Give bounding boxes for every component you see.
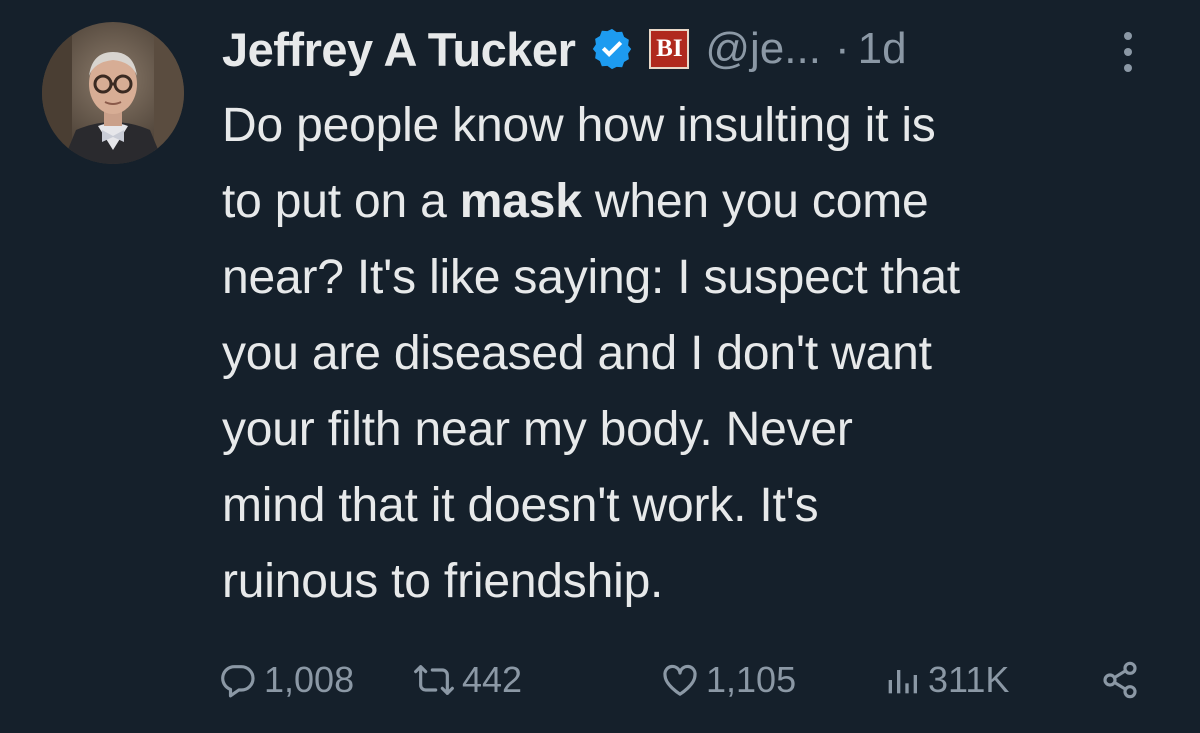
author-name[interactable]: Jeffrey A Tucker — [222, 22, 576, 77]
tweet-text-line: Do people know how insulting it is — [222, 99, 936, 152]
share-icon — [1103, 661, 1137, 699]
tweet-text-line: to put on a mask when you come — [222, 164, 1172, 240]
views-chart-icon — [888, 670, 917, 694]
separator-dot: · — [834, 24, 850, 73]
tweet-card: Jeffrey A Tucker BI @je... · 1d Do peopl… — [0, 0, 1200, 733]
views-button[interactable]: 311K — [882, 650, 1009, 710]
share-button[interactable] — [1100, 650, 1140, 710]
tweet-text-line: your filth near my body. Never — [222, 403, 853, 456]
bold-text: mask — [459, 175, 582, 228]
profile-photo — [42, 22, 184, 164]
more-options-icon[interactable] — [1110, 26, 1146, 78]
action-bar: 1,008 442 1,105 311K — [0, 650, 1200, 710]
like-count: 1,105 — [706, 659, 797, 700]
tweet-timestamp[interactable]: 1d — [858, 24, 907, 74]
heart-icon — [663, 664, 697, 696]
tweet-text: Do people know how insulting it is to pu… — [222, 88, 1172, 620]
tweet-text-line: ruinous to friendship. — [222, 555, 664, 608]
text-segment: when you come — [581, 175, 929, 228]
text-segment: to put on a — [222, 175, 460, 228]
repost-button[interactable]: 442 — [412, 650, 522, 710]
affiliation-badge[interactable]: BI — [649, 29, 690, 69]
author-avatar[interactable] — [42, 22, 184, 164]
reply-button[interactable]: 1,008 — [218, 650, 354, 710]
repost-count: 442 — [462, 659, 523, 700]
reply-count: 1,008 — [264, 659, 355, 700]
like-button[interactable]: 1,105 — [660, 650, 796, 710]
author-handle[interactable]: @je... — [705, 24, 821, 74]
verified-badge-icon[interactable] — [589, 26, 635, 72]
reply-icon — [221, 665, 255, 698]
tweet-header: Jeffrey A Tucker BI @je... · 1d — [222, 14, 1172, 84]
tweet-text-line: near? It's like saying: I suspect that — [222, 251, 960, 304]
tweet-text-line: mind that it doesn't work. It's — [222, 479, 819, 532]
view-count: 311K — [928, 659, 1010, 700]
tweet-text-line: you are diseased and I don't want — [222, 327, 932, 380]
repost-icon — [414, 665, 454, 695]
